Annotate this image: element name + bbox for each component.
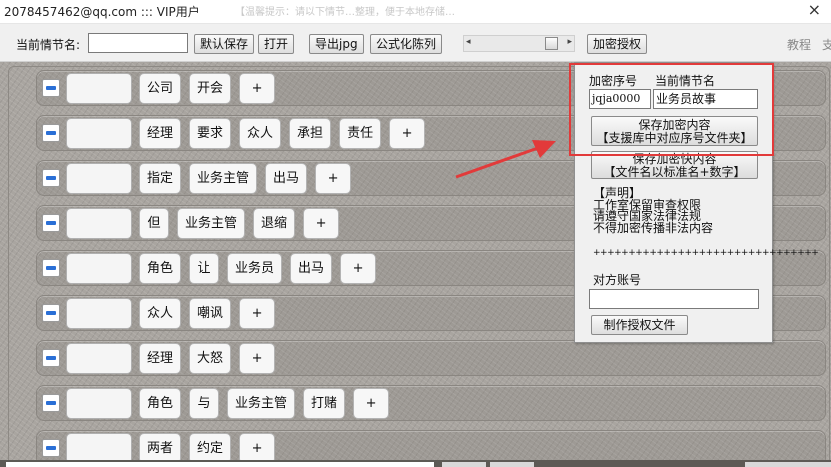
bottom-button-3[interactable] — [745, 462, 831, 467]
bottom-button-2[interactable] — [490, 462, 534, 467]
bottom-button-1[interactable] — [442, 462, 486, 467]
annotation-arrow-icon — [455, 140, 556, 179]
bottom-input-field[interactable] — [6, 462, 434, 467]
bottom-bar — [0, 460, 831, 467]
